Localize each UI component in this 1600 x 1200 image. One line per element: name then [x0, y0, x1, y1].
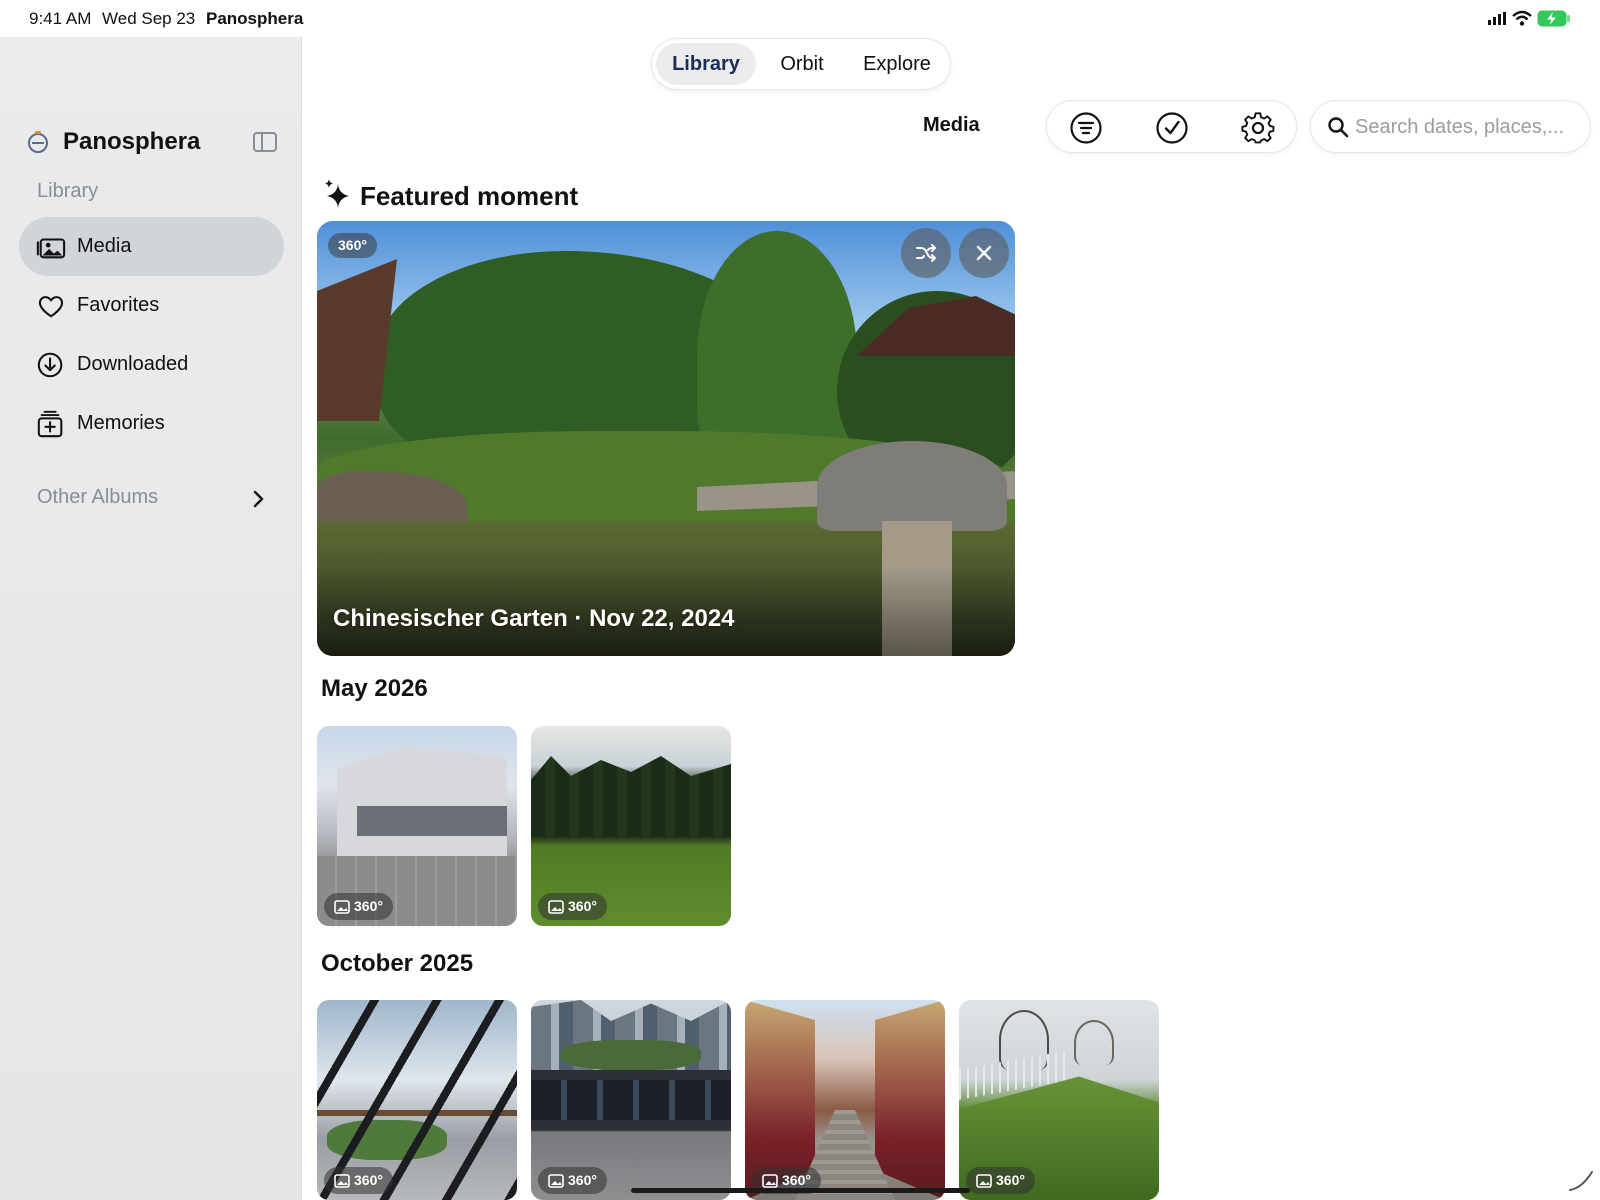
- featured-image-lantern: [817, 441, 1007, 531]
- shuffle-button[interactable]: [901, 228, 951, 278]
- sidebar-item-memories[interactable]: Memories: [19, 394, 284, 453]
- page-title: Media: [923, 114, 980, 136]
- thumb-badge-label: 360°: [354, 1172, 383, 1188]
- media-thumbnail[interactable]: 360°: [745, 1000, 945, 1200]
- tab-explore[interactable]: Explore: [848, 43, 946, 85]
- featured-heading-text: Featured moment: [360, 181, 579, 211]
- sidebar-item-label: Memories: [77, 412, 165, 434]
- thumb-scene: [531, 756, 731, 836]
- filter-icon[interactable]: [1069, 111, 1103, 145]
- memories-icon: [37, 410, 63, 438]
- thumb-badge: 360°: [538, 893, 607, 920]
- stylus-corner-icon[interactable]: [1568, 1168, 1594, 1192]
- settings-gear-icon[interactable]: [1241, 111, 1275, 145]
- photo-icon: [548, 1174, 564, 1188]
- other-albums-label: Other Albums: [37, 486, 159, 508]
- sparkles-icon: [325, 179, 349, 208]
- top-tab-bar: Library Orbit Explore: [651, 38, 951, 90]
- chevron-right-icon: [253, 490, 264, 508]
- sidebar: Panosphera Library Media Favorites Downl…: [0, 37, 302, 1200]
- shuffle-icon: [916, 244, 936, 262]
- media-thumbnail[interactable]: 360°: [959, 1000, 1159, 1200]
- photo-icon: [762, 1174, 778, 1188]
- thumb-scene: [531, 1080, 731, 1120]
- status-time: 9:41 AM: [29, 9, 92, 28]
- thumb-badge: 360°: [324, 893, 393, 920]
- panosphera-logo-icon: [28, 131, 48, 153]
- battery-charging-icon: [1537, 10, 1570, 27]
- thumb-badge: 360°: [966, 1167, 1035, 1194]
- heart-icon: [38, 296, 64, 318]
- wifi-icon: [1512, 10, 1532, 26]
- thumb-badge-label: 360°: [782, 1172, 811, 1188]
- sidebar-item-label: Favorites: [77, 294, 160, 316]
- sidebar-toggle-icon[interactable]: [253, 132, 277, 152]
- sidebar-item-label: Media: [77, 235, 132, 257]
- thumb-badge: 360°: [324, 1167, 393, 1194]
- media-thumbnail[interactable]: 360°: [317, 1000, 517, 1200]
- photo-icon: [334, 900, 350, 914]
- sidebar-section-library: Library: [37, 180, 99, 202]
- sidebar-other-albums[interactable]: Other Albums: [37, 484, 272, 514]
- media-thumbnail[interactable]: 360°: [531, 726, 731, 926]
- section-title: May 2026: [321, 675, 428, 702]
- media-thumbnail[interactable]: 360°: [317, 726, 517, 926]
- search-bar: [1310, 100, 1591, 153]
- thumb-badge: 360°: [538, 1167, 607, 1194]
- section-title: October 2025: [321, 950, 474, 977]
- search-icon: [1328, 117, 1349, 138]
- sidebar-title: Panosphera: [63, 128, 201, 155]
- thumb-badge-label: 360°: [996, 1172, 1025, 1188]
- sidebar-header: Panosphera: [28, 125, 288, 159]
- thumb-scene: [875, 1000, 945, 1200]
- close-button[interactable]: [959, 228, 1009, 278]
- status-date: Wed Sep 23: [102, 9, 196, 28]
- featured-moment-card[interactable]: 360° Chinesischer Garten · Nov 22, 2024: [317, 221, 1015, 656]
- close-icon: [976, 245, 992, 261]
- thumb-badge-label: 360°: [568, 898, 597, 914]
- thumb-scene: [561, 1040, 701, 1070]
- media-thumbnail[interactable]: 360°: [531, 1000, 731, 1200]
- status-app-name: Panosphera: [206, 9, 304, 28]
- thumb-badge-label: 360°: [354, 898, 383, 914]
- photo-icon: [334, 1174, 350, 1188]
- search-input[interactable]: [1355, 111, 1581, 143]
- home-indicator[interactable]: [631, 1188, 970, 1193]
- sidebar-item-favorites[interactable]: Favorites: [19, 276, 284, 335]
- photo-icon: [548, 900, 564, 914]
- thumb-scene: [337, 746, 507, 856]
- tab-orbit[interactable]: Orbit: [760, 43, 844, 85]
- download-circle-icon: [37, 352, 63, 378]
- tab-library[interactable]: Library: [656, 43, 756, 85]
- thumb-scene: [357, 806, 507, 836]
- sidebar-item-media[interactable]: Media: [19, 217, 284, 276]
- sidebar-item-downloaded[interactable]: Downloaded: [19, 335, 284, 394]
- select-checkmark-icon[interactable]: [1155, 111, 1189, 145]
- cellular-signal-icon: [1488, 12, 1506, 25]
- toolbar-actions: [1046, 100, 1297, 153]
- status-bar: 9:41 AM Wed Sep 23 Panosphera: [0, 0, 1600, 37]
- sidebar-item-label: Downloaded: [77, 353, 189, 375]
- thumb-scene: [1074, 1020, 1114, 1065]
- thumb-badge-label: 360°: [568, 1172, 597, 1188]
- badge-360: 360°: [328, 233, 377, 258]
- photo-icon: [976, 1174, 992, 1188]
- photo-stack-icon: [36, 238, 66, 259]
- featured-caption: Chinesischer Garten · Nov 22, 2024: [333, 605, 735, 632]
